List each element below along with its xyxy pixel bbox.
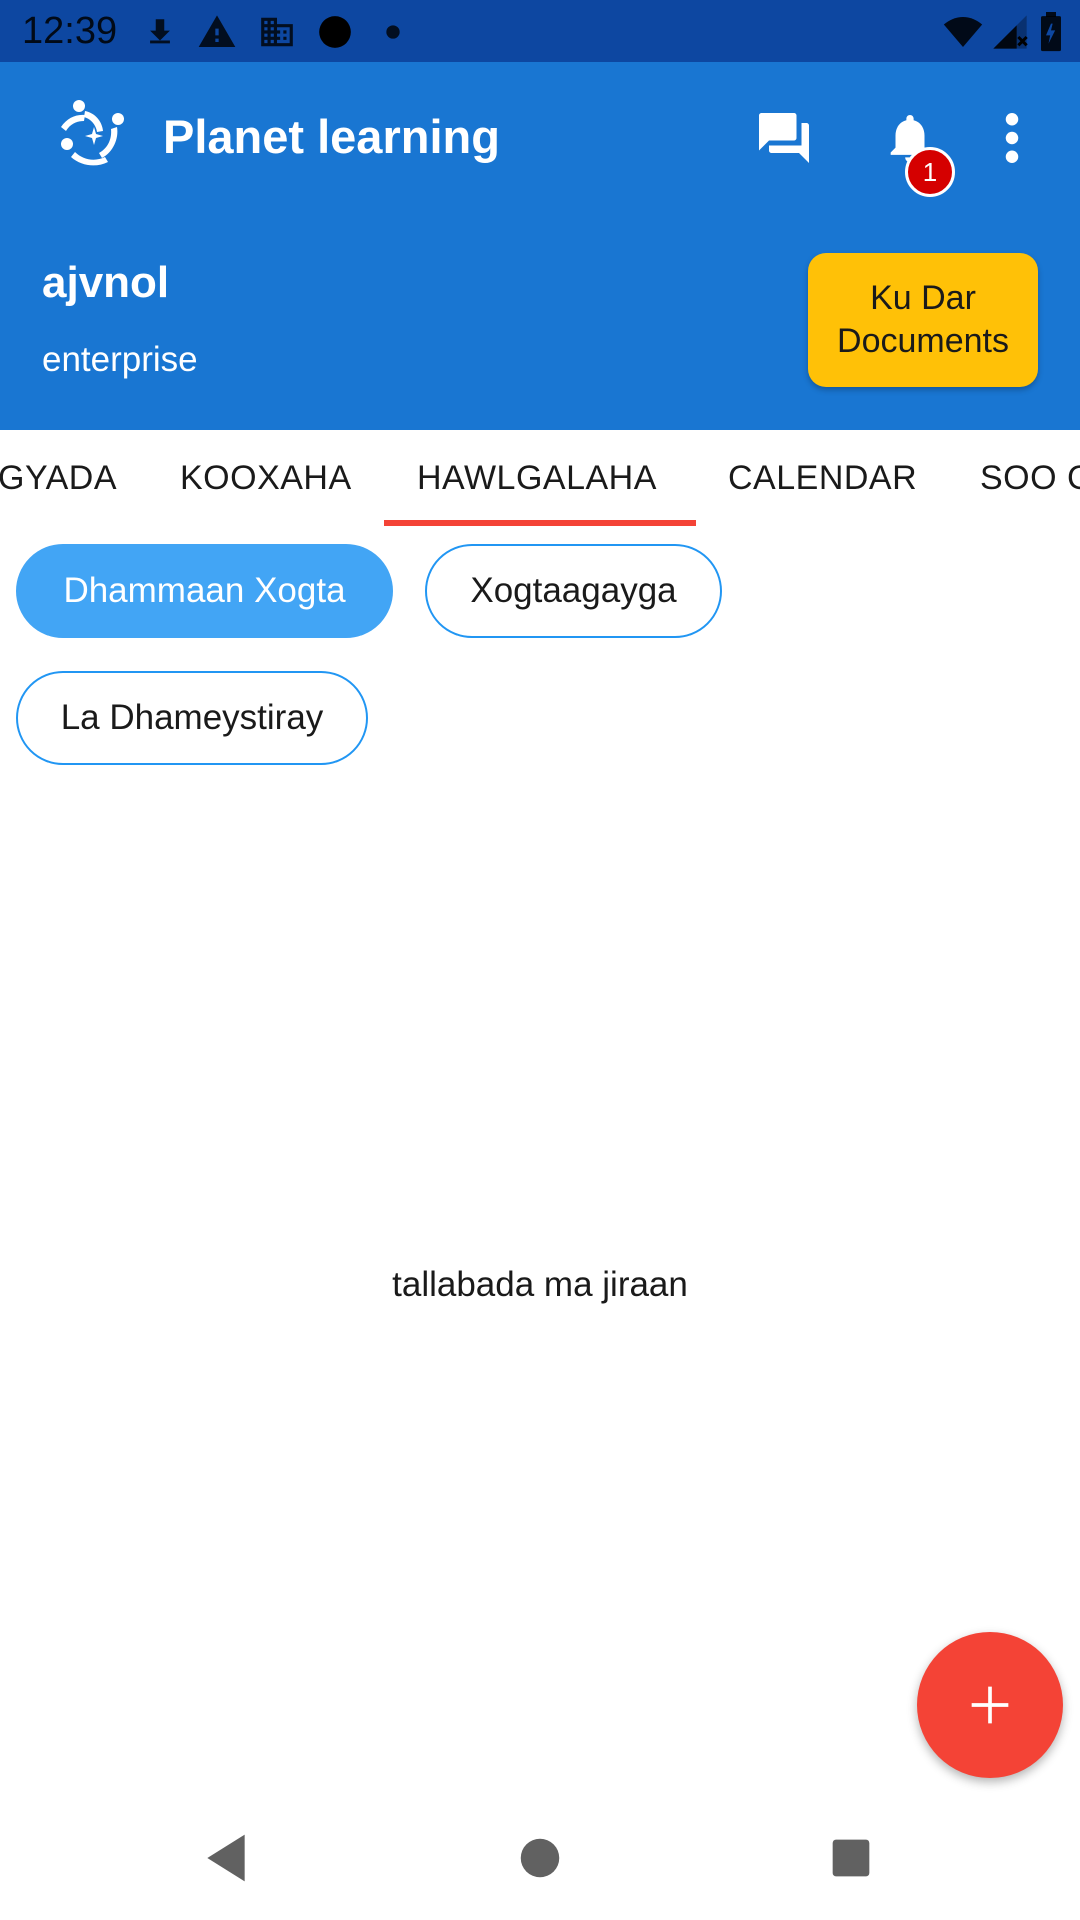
back-button[interactable] [191,1823,261,1893]
warning-icon [198,15,236,48]
filter-chip-all[interactable]: Dhammaan Xogta [16,544,393,638]
status-bar: 12:39 [0,0,1080,62]
tab-calendar[interactable]: CALENDAR [728,430,917,526]
building-icon [261,17,293,47]
recents-icon [832,1839,870,1877]
filter-chip-mine[interactable]: Xogtaagayga [425,544,722,638]
add-documents-label-line2: Documents [837,322,1009,360]
battery-icon [1041,12,1061,52]
tab-hawlgalaha[interactable]: HAWLGALAHA [417,430,657,526]
planet-learning-logo [61,100,124,166]
screen: 12:39 Planet learning 1 ajvnol enterpris… [0,0,1080,1920]
tab-kooxaha[interactable]: KOOXAHA [180,430,352,526]
back-icon [207,1834,245,1882]
chat-button[interactable] [744,98,824,178]
tab-gyada[interactable]: GYADA [0,430,117,526]
download-icon [150,19,170,44]
filter-chip-completed[interactable]: La Dhameystiray [16,671,368,765]
add-documents-label: Ku Dar Documents [837,277,1009,363]
tab-soo-g[interactable]: SOO G [980,430,1080,526]
add-fab-button[interactable] [917,1632,1063,1778]
circle-icon [319,16,351,48]
home-button[interactable] [505,1823,575,1893]
status-time: 12:39 [22,10,118,52]
chat-icon [759,113,809,163]
wifi-icon [943,17,983,47]
notification-badge: 1 [905,147,955,197]
more-options-button[interactable] [982,98,1042,178]
dot-icon [386,25,400,39]
recents-button[interactable] [816,1823,886,1893]
empty-message: tallabada ma jiraan [392,1265,688,1304]
username: ajvnol [42,258,170,307]
more-vert-icon [1005,113,1019,163]
app-title: Planet learning [163,110,500,163]
add-documents-button[interactable]: Ku Dar Documents [808,253,1038,387]
app-bar: Planet learning 1 ajvnol enterprise Ku D… [0,62,1080,430]
add-icon [971,1686,1009,1724]
tab-bar: GYADA KOOXAHA HAWLGALAHA CALENDAR SOO G [0,430,1080,526]
signal-icon [993,15,1028,49]
tab-indicator [384,520,696,526]
system-nav-bar [0,1795,1080,1920]
home-icon [520,1838,560,1878]
user-plan: enterprise [42,340,198,379]
add-documents-label-line1: Ku Dar [870,279,976,317]
